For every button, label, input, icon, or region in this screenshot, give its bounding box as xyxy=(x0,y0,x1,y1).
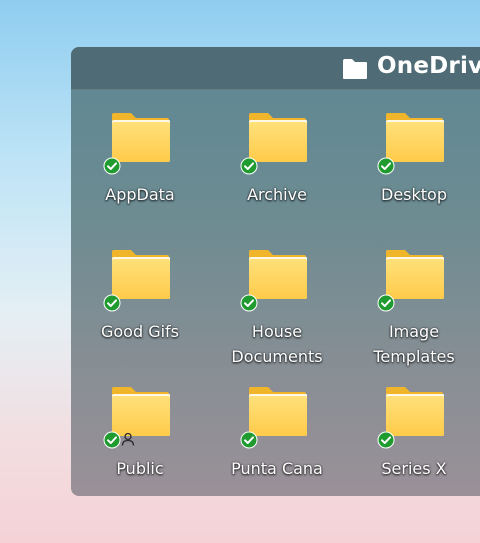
folder-label: Archive xyxy=(247,185,307,204)
synced-check-icon xyxy=(377,431,395,449)
folder-label: Punta Cana xyxy=(231,459,323,478)
folder-label: Series X xyxy=(381,459,447,478)
folder-label: House Documents xyxy=(231,322,323,366)
folder-label: Image Templates xyxy=(373,322,455,366)
panel-header: OneDrive xyxy=(71,47,480,90)
folder-item-good-gifs[interactable]: Good Gifs xyxy=(80,249,200,369)
synced-check-icon xyxy=(377,294,395,312)
folder-label: Desktop xyxy=(381,185,447,204)
synced-check-icon xyxy=(377,157,395,175)
panel-title: OneDrive xyxy=(377,53,480,79)
synced-check-icon xyxy=(240,294,258,312)
synced-check-icon xyxy=(240,157,258,175)
synced-check-icon xyxy=(103,157,121,175)
folder-item-appdata[interactable]: AppData xyxy=(80,112,200,232)
shared-person-icon xyxy=(121,432,135,446)
onedrive-panel: OneDrive AppData Archive Desktop Good Gi… xyxy=(71,47,480,496)
synced-check-icon xyxy=(103,294,121,312)
folder-label: Good Gifs xyxy=(100,322,180,341)
folder-item-punta-cana[interactable]: Punta Cana xyxy=(217,386,337,496)
folder-label: Public xyxy=(116,459,164,478)
synced-check-icon xyxy=(240,431,258,449)
synced-check-icon xyxy=(103,431,121,449)
folder-item-desktop[interactable]: Desktop xyxy=(354,112,474,232)
folder-item-series-x[interactable]: Series X xyxy=(354,386,474,496)
folder-label: AppData xyxy=(105,185,175,204)
folder-item-house-documents[interactable]: House Documents xyxy=(217,249,337,369)
folder-item-image-templates[interactable]: Image Templates xyxy=(354,249,474,369)
folder-item-public[interactable]: Public xyxy=(80,386,200,496)
folder-item-archive[interactable]: Archive xyxy=(217,112,337,232)
folder-icon xyxy=(343,59,367,79)
